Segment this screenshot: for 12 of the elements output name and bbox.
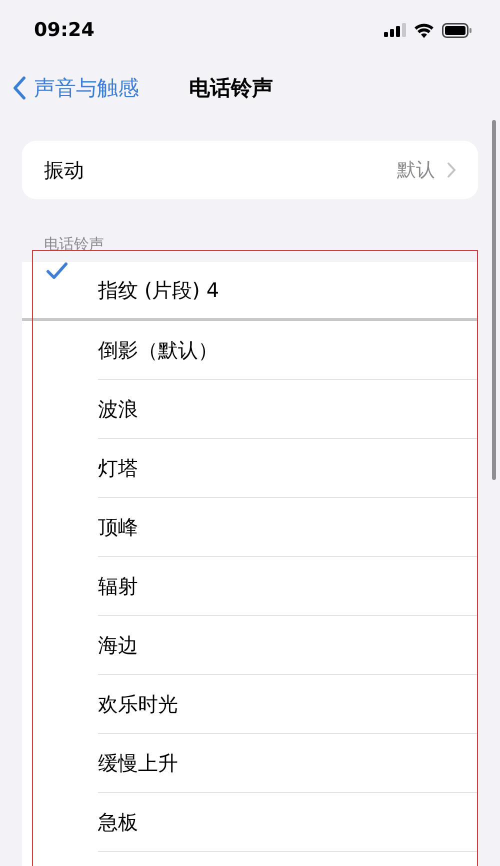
vibration-label: 振动 bbox=[44, 156, 84, 184]
page-title: 电话铃声 bbox=[189, 75, 273, 102]
wifi-icon bbox=[414, 22, 434, 38]
signal-icon bbox=[384, 23, 406, 37]
chevron-icon bbox=[447, 162, 456, 178]
status-time: 09:24 bbox=[34, 19, 94, 41]
battery-icon bbox=[442, 22, 472, 38]
ringtone-row[interactable]: 指纹 (片段) 4 bbox=[22, 262, 478, 321]
vibration-value: 默认 bbox=[397, 158, 435, 183]
back-chevron-icon bbox=[12, 76, 26, 100]
back-button[interactable]: 声音与触感 bbox=[12, 74, 139, 102]
checkmark-icon bbox=[46, 262, 68, 280]
